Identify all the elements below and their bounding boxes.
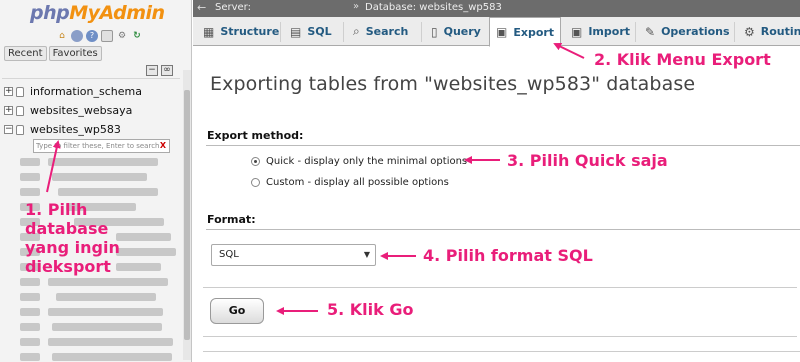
db-item-websites-websaya[interactable]: + websites_websaya [4,101,182,120]
gear-icon[interactable]: ⚙ [116,30,128,42]
tab-divider [421,22,422,42]
logout-icon[interactable] [71,30,83,42]
nav-scrollbar[interactable] [183,70,191,360]
favorites-tab[interactable]: Favorites [48,46,102,61]
help-icon[interactable]: ? [86,30,98,42]
collapse-icon[interactable]: − [4,125,13,134]
back-arrow-icon[interactable]: ← [197,1,206,14]
import-icon: ▣ [571,24,583,39]
tab-structure[interactable]: ▦ Structure [203,17,279,46]
database-icon [16,105,24,116]
tab-query[interactable]: ▯ Query [431,17,481,46]
tab-divider [635,22,636,42]
tab-divider [343,22,344,42]
db-name[interactable]: information_schema [30,85,142,98]
sql-icon: ▤ [290,24,302,39]
tab-label: Routines [760,25,800,38]
annotation-step5: 5. Klik Go [327,300,414,319]
annotation-step1-line1: 1. Pilih [25,200,88,219]
export-method-label: Export method: [207,129,304,142]
database-tree: + information_schema + websites_websaya … [4,82,182,139]
breadcrumb-server[interactable]: Server: [215,2,251,13]
tab-label: SQL [307,25,332,38]
logo-php-text: php [30,2,70,24]
annotation-step1-line3: yang ingin [25,238,120,257]
annotation-step1-line4: dieksport [25,257,111,276]
phpmyadmin-logo[interactable]: phpMyAdmin [30,2,165,24]
tab-label: Export [513,25,555,39]
filter-placeholder: Type to filter these, Enter to search [36,142,160,150]
tab-export[interactable]: ▣ Export [489,17,562,47]
db-item-websites-wp583[interactable]: − websites_wp583 [4,120,182,139]
custom-export-option[interactable]: Custom - display all possible options [251,177,449,188]
format-label: Format: [207,213,256,226]
tab-label: Import [588,25,631,38]
custom-option-label[interactable]: Custom - display all possible options [266,177,449,188]
search-icon: ⌕ [353,24,360,38]
tab-divider [734,22,735,42]
tab-import[interactable]: ▣ Import [571,17,630,46]
annotation-step2: 2. Klik Menu Export [594,50,771,69]
breadcrumb-bar: ← Server: » Database: websites_wp583 [193,0,800,17]
nav-icon-row: ⌂ ? ⚙ ↻ [56,30,143,42]
recent-tab[interactable]: Recent [4,46,47,61]
db-item-information-schema[interactable]: + information_schema [4,82,182,101]
tab-label: Search [365,25,409,38]
nav-scrollbar-thumb[interactable] [184,90,190,340]
go-button-area [203,287,797,337]
annotation-step4: 4. Pilih format SQL [423,246,593,265]
section-divider [206,145,800,146]
breadcrumb-separator: » [353,1,360,12]
tab-label: Structure [220,25,280,38]
collapse-all-button[interactable]: − [146,65,158,76]
db-name[interactable]: websites_wp583 [30,123,121,136]
section-divider [203,351,800,352]
database-icon [16,124,24,135]
nav-divider [2,78,180,79]
quick-export-option[interactable]: Quick - display only the minimal options [251,156,467,167]
tab-sql[interactable]: ▤ SQL [290,17,332,46]
phpmyadmin-window: phpMyAdmin ⌂ ? ⚙ ↻ Recent Favorites − ∞ … [0,0,800,362]
quick-option-label[interactable]: Quick - display only the minimal options [266,156,467,167]
breadcrumb-database[interactable]: Database: websites_wp583 [365,2,502,13]
export-icon: ▣ [496,25,508,39]
query-icon: ▯ [431,24,438,39]
db-name[interactable]: websites_websaya [30,104,132,117]
routines-icon: ⚙ [744,24,755,39]
tab-operations[interactable]: ✎ Operations [645,17,730,46]
reload-icon[interactable]: ↻ [131,30,143,42]
go-button[interactable]: Go [210,298,264,324]
main-tab-bar: ▦ Structure ▤ SQL ⌕ Search ▯ Query ▣ Export ▣… [193,17,800,47]
format-select[interactable]: SQL ▼ [211,244,376,266]
home-icon[interactable]: ⌂ [56,30,68,42]
docs-icon[interactable] [101,30,113,42]
logo-myadmin-text: MyAdmin [69,2,165,24]
format-selected-value: SQL [219,249,239,260]
link-with-main-icon[interactable]: ∞ [161,65,173,76]
tab-label: Query [443,25,481,38]
page-title: Exporting tables from "websites_wp583" d… [210,73,696,95]
tab-search[interactable]: ⌕ Search [353,17,408,46]
nav-tabs: Recent Favorites [4,46,102,61]
clear-filter-icon[interactable]: X [160,140,166,152]
tab-routines[interactable]: ⚙ Routines [744,17,800,46]
navigation-panel: phpMyAdmin ⌂ ? ⚙ ↻ Recent Favorites − ∞ … [0,0,192,362]
annotation-step3: 3. Pilih Quick saja [507,151,668,170]
custom-radio[interactable] [251,178,260,187]
tab-divider [280,22,281,42]
structure-icon: ▦ [203,24,215,39]
section-divider [206,229,800,230]
quick-radio[interactable] [251,157,260,166]
table-filter-input[interactable]: Type to filter these, Enter to search X [33,139,170,153]
operations-icon: ✎ [645,24,656,39]
expand-icon[interactable]: + [4,87,13,96]
database-icon [16,86,24,97]
chevron-down-icon: ▼ [363,250,370,259]
expand-icon[interactable]: + [4,106,13,115]
annotation-step1-line2: database [25,219,109,238]
tab-label: Operations [661,25,730,38]
tree-tools: − ∞ [146,65,173,76]
